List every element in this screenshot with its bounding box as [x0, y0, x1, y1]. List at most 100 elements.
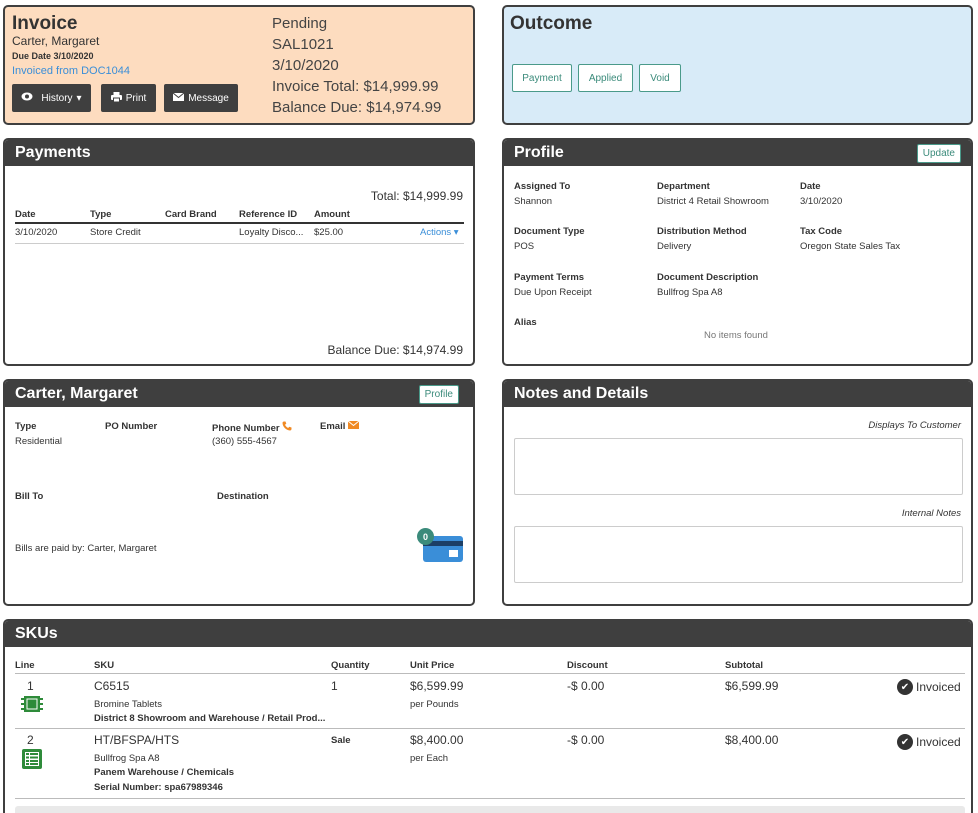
document-description-value: Bullfrog Spa A8 [657, 287, 723, 298]
header-divider [15, 222, 464, 224]
header-divider [15, 673, 965, 674]
customer-notes-caption: Displays To Customer [868, 420, 961, 431]
payments-title: Payments [15, 144, 91, 161]
bills-paid-by: Bills are paid by: Carter, Margaret [15, 543, 157, 554]
customer-panel: Carter, Margaret Profile Type Residentia… [3, 379, 475, 606]
sku-quantity: Sale [331, 735, 351, 746]
sku-code: HT/BFSPA/HTS [94, 733, 180, 747]
print-label: Print [125, 92, 147, 104]
check-circle-icon: ✔ [897, 679, 913, 695]
column-header-date: Date [15, 209, 36, 220]
invoiced-from-link[interactable]: Invoiced from DOC1044 [12, 65, 130, 77]
customer-profile-button[interactable]: Profile [418, 385, 459, 404]
message-label: Message [188, 92, 229, 104]
notes-title: Notes and Details [514, 385, 649, 402]
internal-notes-caption: Internal Notes [901, 508, 961, 519]
sku-description: Bullfrog Spa A8 [94, 753, 160, 764]
sku-unit-price: $6,599.99 [410, 679, 464, 693]
skus-header: SKUs [5, 621, 971, 647]
column-header-unit-price: Unit Price [410, 660, 455, 671]
credit-card-icon[interactable]: 0 [415, 528, 465, 564]
sku-item-icon [21, 748, 43, 773]
caret-down-icon: ▾ [76, 92, 82, 104]
column-header-reference-id: Reference ID [239, 209, 298, 220]
profile-title: Profile [514, 144, 564, 161]
destination-label: Destination [217, 491, 269, 502]
notes-panel: Notes and Details Displays To Customer I… [502, 379, 973, 606]
distribution-method-label: Distribution Method [657, 226, 747, 237]
invoice-title: Invoice [12, 13, 78, 34]
sku-discount: -$ 0.00 [567, 733, 605, 747]
document-description-label: Document Description [657, 272, 759, 283]
profile-panel: Profile Update Assigned To Shannon Depar… [502, 138, 973, 366]
printer-icon [110, 91, 122, 105]
envelope-icon [172, 92, 185, 104]
customer-title: Carter, Margaret [15, 385, 138, 402]
caret-down-icon: ▾ [453, 227, 459, 238]
invoice-date: 3/10/2020 [272, 57, 339, 74]
column-header-sku: SKU [94, 660, 115, 671]
payment-terms-label: Payment Terms [514, 272, 585, 283]
status-badge: ✔ Invoiced [897, 734, 961, 750]
payment-button[interactable]: Payment [512, 64, 572, 92]
message-button[interactable]: Message [164, 84, 238, 112]
row-divider [15, 728, 965, 729]
void-button[interactable]: Void [639, 64, 681, 92]
applied-button[interactable]: Applied [578, 64, 633, 92]
sku-unit: per Pounds [410, 699, 459, 710]
envelope-icon[interactable] [347, 420, 360, 432]
sku-location: District 8 Showroom and Warehouse / Reta… [94, 713, 326, 724]
phone-icon[interactable] [282, 421, 292, 434]
phone-number-label: Phone Number [212, 423, 280, 434]
column-header-subtotal: Subtotal [725, 660, 763, 671]
invoice-status: Pending [272, 15, 328, 32]
email-label: Email [320, 421, 346, 432]
history-label: History [41, 92, 73, 104]
sku-line-number: 1 [27, 679, 34, 693]
customer-header: Carter, Margaret Profile [5, 381, 473, 407]
column-header-card-brand: Card Brand [165, 209, 217, 220]
update-button[interactable]: Update [916, 144, 961, 163]
department-label: Department [657, 181, 710, 192]
payments-header: Payments [5, 140, 473, 166]
skus-title: SKUs [15, 625, 58, 642]
distribution-method-value: Delivery [657, 241, 692, 252]
sku-description: Bromine Tablets [94, 699, 162, 710]
date-value: 3/10/2020 [800, 196, 843, 207]
email-label-group: Email [320, 420, 360, 432]
payment-terms-value: Due Upon Receipt [514, 287, 592, 298]
eye-icon [21, 92, 33, 104]
phone-number-value[interactable]: (360) 555-4567 [212, 436, 277, 447]
card-count-badge: 0 [417, 528, 434, 545]
tax-code-label: Tax Code [800, 226, 843, 237]
customer-notes-textarea[interactable] [514, 438, 963, 495]
po-number-label: PO Number [105, 421, 158, 432]
sku-subtotal: $6,599.99 [725, 679, 779, 693]
outcome-title: Outcome [510, 13, 593, 34]
profile-header: Profile Update [504, 140, 971, 166]
column-header-line: Line [15, 660, 35, 671]
skus-footer-bar [15, 806, 965, 813]
column-header-type: Type [90, 209, 112, 220]
sku-unit: per Each [410, 753, 449, 764]
alias-label: Alias [514, 317, 537, 328]
payment-amount: $25.00 [314, 227, 344, 238]
sku-subtotal: $8,400.00 [725, 733, 779, 747]
assigned-to-value: Shannon [514, 196, 553, 207]
phone-number-label-group: Phone Number [212, 421, 292, 434]
document-type-label: Document Type [514, 226, 585, 237]
assigned-to-label: Assigned To [514, 181, 571, 192]
print-button[interactable]: Print [101, 84, 156, 112]
internal-notes-textarea[interactable] [514, 526, 963, 583]
row-divider [15, 798, 965, 799]
document-type-value: POS [514, 241, 535, 252]
status-label: Invoiced [916, 735, 961, 749]
invoice-total: Invoice Total: $14,999.99 [272, 78, 439, 95]
actions-dropdown[interactable]: Actions ▾ [420, 227, 459, 238]
invoice-balance-due: Balance Due: $14,974.99 [272, 99, 442, 116]
department-value: District 4 Retail Showroom [657, 196, 769, 207]
history-button[interactable]: History ▾ [12, 84, 91, 112]
sku-location: Panem Warehouse / Chemicals [94, 767, 235, 778]
payment-type: Store Credit [90, 227, 141, 238]
invoice-customer-name: Carter, Margaret [12, 34, 100, 48]
